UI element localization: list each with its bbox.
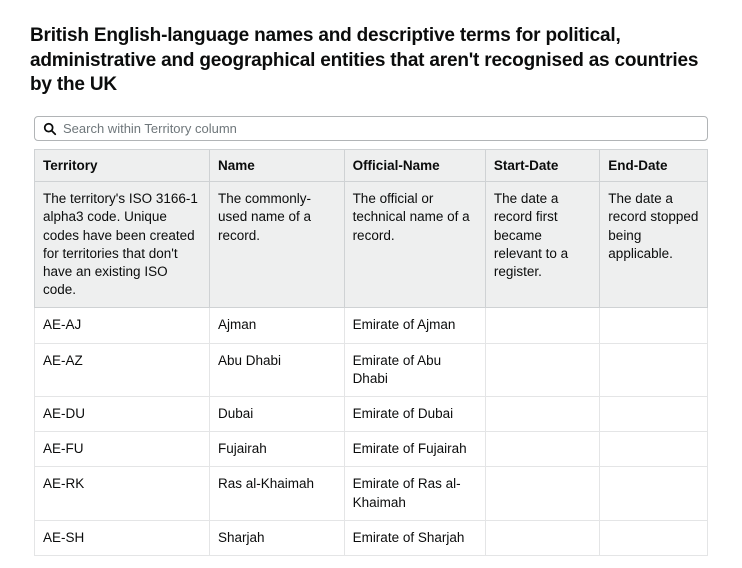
search-box[interactable]: [34, 116, 708, 141]
cell-official-name: Emirate of Fujairah: [344, 432, 485, 467]
cell-start-date: [485, 432, 599, 467]
cell-start-date: [485, 308, 599, 343]
table-row: AE-DUDubaiEmirate of Dubai: [35, 397, 708, 432]
header-name: Name: [209, 150, 344, 182]
cell-start-date: [485, 520, 599, 555]
cell-start-date: [485, 467, 599, 520]
cell-official-name: Emirate of Abu Dhabi: [344, 343, 485, 396]
cell-official-name: Emirate of Dubai: [344, 397, 485, 432]
table-row: AE-AJAjmanEmirate of Ajman: [35, 308, 708, 343]
search-container: [30, 116, 712, 141]
table-row: AE-SHSharjahEmirate of Sharjah: [35, 520, 708, 555]
search-input[interactable]: [63, 121, 699, 136]
desc-start-date: The date a record first became relevant …: [485, 182, 599, 308]
header-official-name: Official-Name: [344, 150, 485, 182]
table-header-row: Territory Name Official-Name Start-Date …: [35, 150, 708, 182]
header-end-date: End-Date: [600, 150, 708, 182]
cell-start-date: [485, 397, 599, 432]
cell-territory: AE-SH: [35, 520, 210, 555]
table-row: AE-FUFujairahEmirate of Fujairah: [35, 432, 708, 467]
cell-territory: AE-AZ: [35, 343, 210, 396]
cell-territory: AE-RK: [35, 467, 210, 520]
header-start-date: Start-Date: [485, 150, 599, 182]
cell-territory: AE-FU: [35, 432, 210, 467]
cell-name: Fujairah: [209, 432, 344, 467]
cell-name: Dubai: [209, 397, 344, 432]
cell-end-date: [600, 308, 708, 343]
cell-name: Abu Dhabi: [209, 343, 344, 396]
cell-end-date: [600, 343, 708, 396]
header-territory: Territory: [35, 150, 210, 182]
cell-name: Sharjah: [209, 520, 344, 555]
table-row: AE-AZAbu DhabiEmirate of Abu Dhabi: [35, 343, 708, 396]
cell-official-name: Emirate of Sharjah: [344, 520, 485, 555]
territory-table: Territory Name Official-Name Start-Date …: [34, 149, 708, 556]
table-row: AE-RKRas al-KhaimahEmirate of Ras al-Kha…: [35, 467, 708, 520]
search-icon: [43, 122, 57, 136]
desc-name: The commonly-used name of a record.: [209, 182, 344, 308]
table-container: Territory Name Official-Name Start-Date …: [30, 149, 712, 556]
desc-territory: The territory's ISO 3166-1 alpha3 code. …: [35, 182, 210, 308]
cell-official-name: Emirate of Ajman: [344, 308, 485, 343]
cell-end-date: [600, 467, 708, 520]
table-description-row: The territory's ISO 3166-1 alpha3 code. …: [35, 182, 708, 308]
desc-end-date: The date a record stopped being applicab…: [600, 182, 708, 308]
desc-official-name: The official or technical name of a reco…: [344, 182, 485, 308]
cell-start-date: [485, 343, 599, 396]
cell-end-date: [600, 397, 708, 432]
cell-territory: AE-AJ: [35, 308, 210, 343]
cell-name: Ras al-Khaimah: [209, 467, 344, 520]
cell-territory: AE-DU: [35, 397, 210, 432]
cell-name: Ajman: [209, 308, 344, 343]
cell-official-name: Emirate of Ras al-Khaimah: [344, 467, 485, 520]
page-title: British English-language names and descr…: [30, 24, 712, 98]
cell-end-date: [600, 520, 708, 555]
cell-end-date: [600, 432, 708, 467]
